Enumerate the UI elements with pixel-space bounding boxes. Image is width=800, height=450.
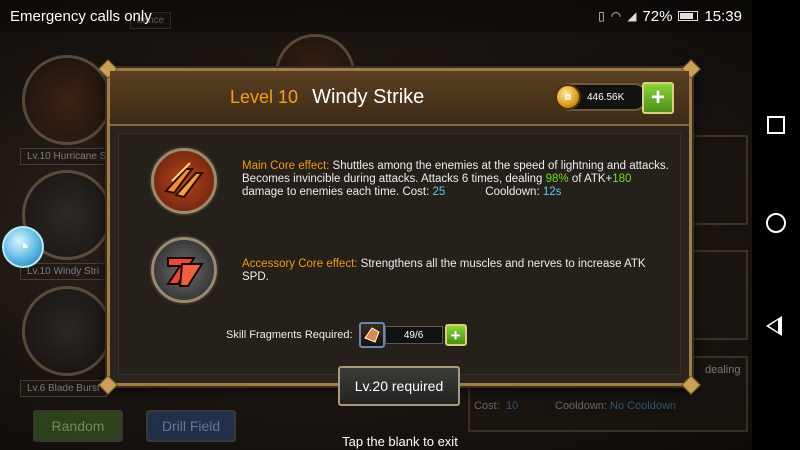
- clock: 15:39: [704, 7, 742, 25]
- skill-fragment-icon: [358, 322, 385, 348]
- wifi-icon: ◠: [610, 9, 622, 23]
- skill-level: Level 10: [230, 87, 299, 107]
- cooldown-value: 12s: [542, 186, 562, 198]
- gold-coin-icon: ¤: [555, 84, 581, 110]
- bg-text: 10: [506, 400, 519, 412]
- status-bar: Emergency calls only ▯ ◠ ◢ 72% 15:39: [0, 0, 800, 32]
- bg-text: Cost:: [474, 400, 500, 412]
- android-nav-bar: [752, 0, 800, 450]
- main-core-icon: [151, 148, 217, 214]
- fragments-progress: 49/6: [384, 326, 443, 344]
- effect-text: damage to enemies each time. Cost:: [242, 186, 433, 198]
- signal-icon: ◢: [627, 9, 637, 23]
- dialog-body: Main Core effect: Shuttles among the ene…: [118, 133, 681, 375]
- fragments-label: Skill Fragments Required:: [226, 329, 353, 341]
- battery-percent: 72%: [642, 7, 673, 25]
- back-icon[interactable]: [766, 316, 782, 336]
- skill-cost: 25: [432, 186, 446, 198]
- bg-skill-label: Lv.6 Blade Burst: [20, 380, 107, 397]
- effect-text: of ATK+: [568, 173, 613, 185]
- floating-assistant-icon[interactable]: ◔: [2, 226, 44, 268]
- recent-apps-icon[interactable]: [767, 116, 785, 134]
- dialog-header: Level 10 Windy Strike ¤ 446.56K +: [110, 71, 689, 126]
- skill-detail-dialog: Level 10 Windy Strike ¤ 446.56K + Main C…: [98, 59, 701, 395]
- damage-flat: 180: [612, 173, 632, 185]
- add-fragments-button[interactable]: +: [444, 324, 467, 346]
- main-core-effect-text: Main Core effect: Shuttles among the ene…: [242, 160, 672, 199]
- level-required-button[interactable]: Lv.20 required: [338, 366, 460, 406]
- bg-text: Cooldown:: [555, 400, 607, 412]
- vibrate-icon: ▯: [598, 9, 605, 23]
- carrier-text: Emergency calls only: [10, 7, 152, 25]
- damage-percent: 98%: [545, 173, 569, 185]
- accessory-core-label: Accessory Core effect:: [242, 258, 358, 270]
- skill-fragments-row: Skill Fragments Required: 49/6 +: [226, 322, 467, 348]
- skill-name: Windy Strike: [312, 86, 425, 108]
- dialog-title: Level 10 Windy Strike: [230, 86, 424, 109]
- add-gold-button[interactable]: +: [642, 82, 674, 114]
- bg-text: dealing: [705, 364, 741, 376]
- gold-amount: 446.56K: [587, 91, 625, 103]
- bg-skill-label: Lv.10 Hurricane Sla: [20, 148, 122, 165]
- exit-hint: Tap the blank to exit: [342, 434, 458, 449]
- bg-skill-icon[interactable]: [22, 286, 112, 376]
- gold-counter: ¤ 446.56K: [555, 83, 648, 111]
- accessory-core-effect-text: Accessory Core effect: Strengthens all t…: [242, 258, 672, 284]
- accessory-core-icon: [151, 237, 217, 303]
- bg-text: No Cooldown: [610, 400, 677, 412]
- home-icon[interactable]: [766, 213, 786, 233]
- main-core-label: Main Core effect:: [242, 160, 330, 172]
- battery-icon: [678, 11, 699, 21]
- cooldown-label: Cooldown:: [485, 186, 543, 198]
- game-screen[interactable]: Emergency calls only ▯ ◠ ◢ 72% 15:39 Lv.…: [0, 0, 800, 450]
- bg-skill-label: Lv.10 Windy Stri: [20, 263, 107, 280]
